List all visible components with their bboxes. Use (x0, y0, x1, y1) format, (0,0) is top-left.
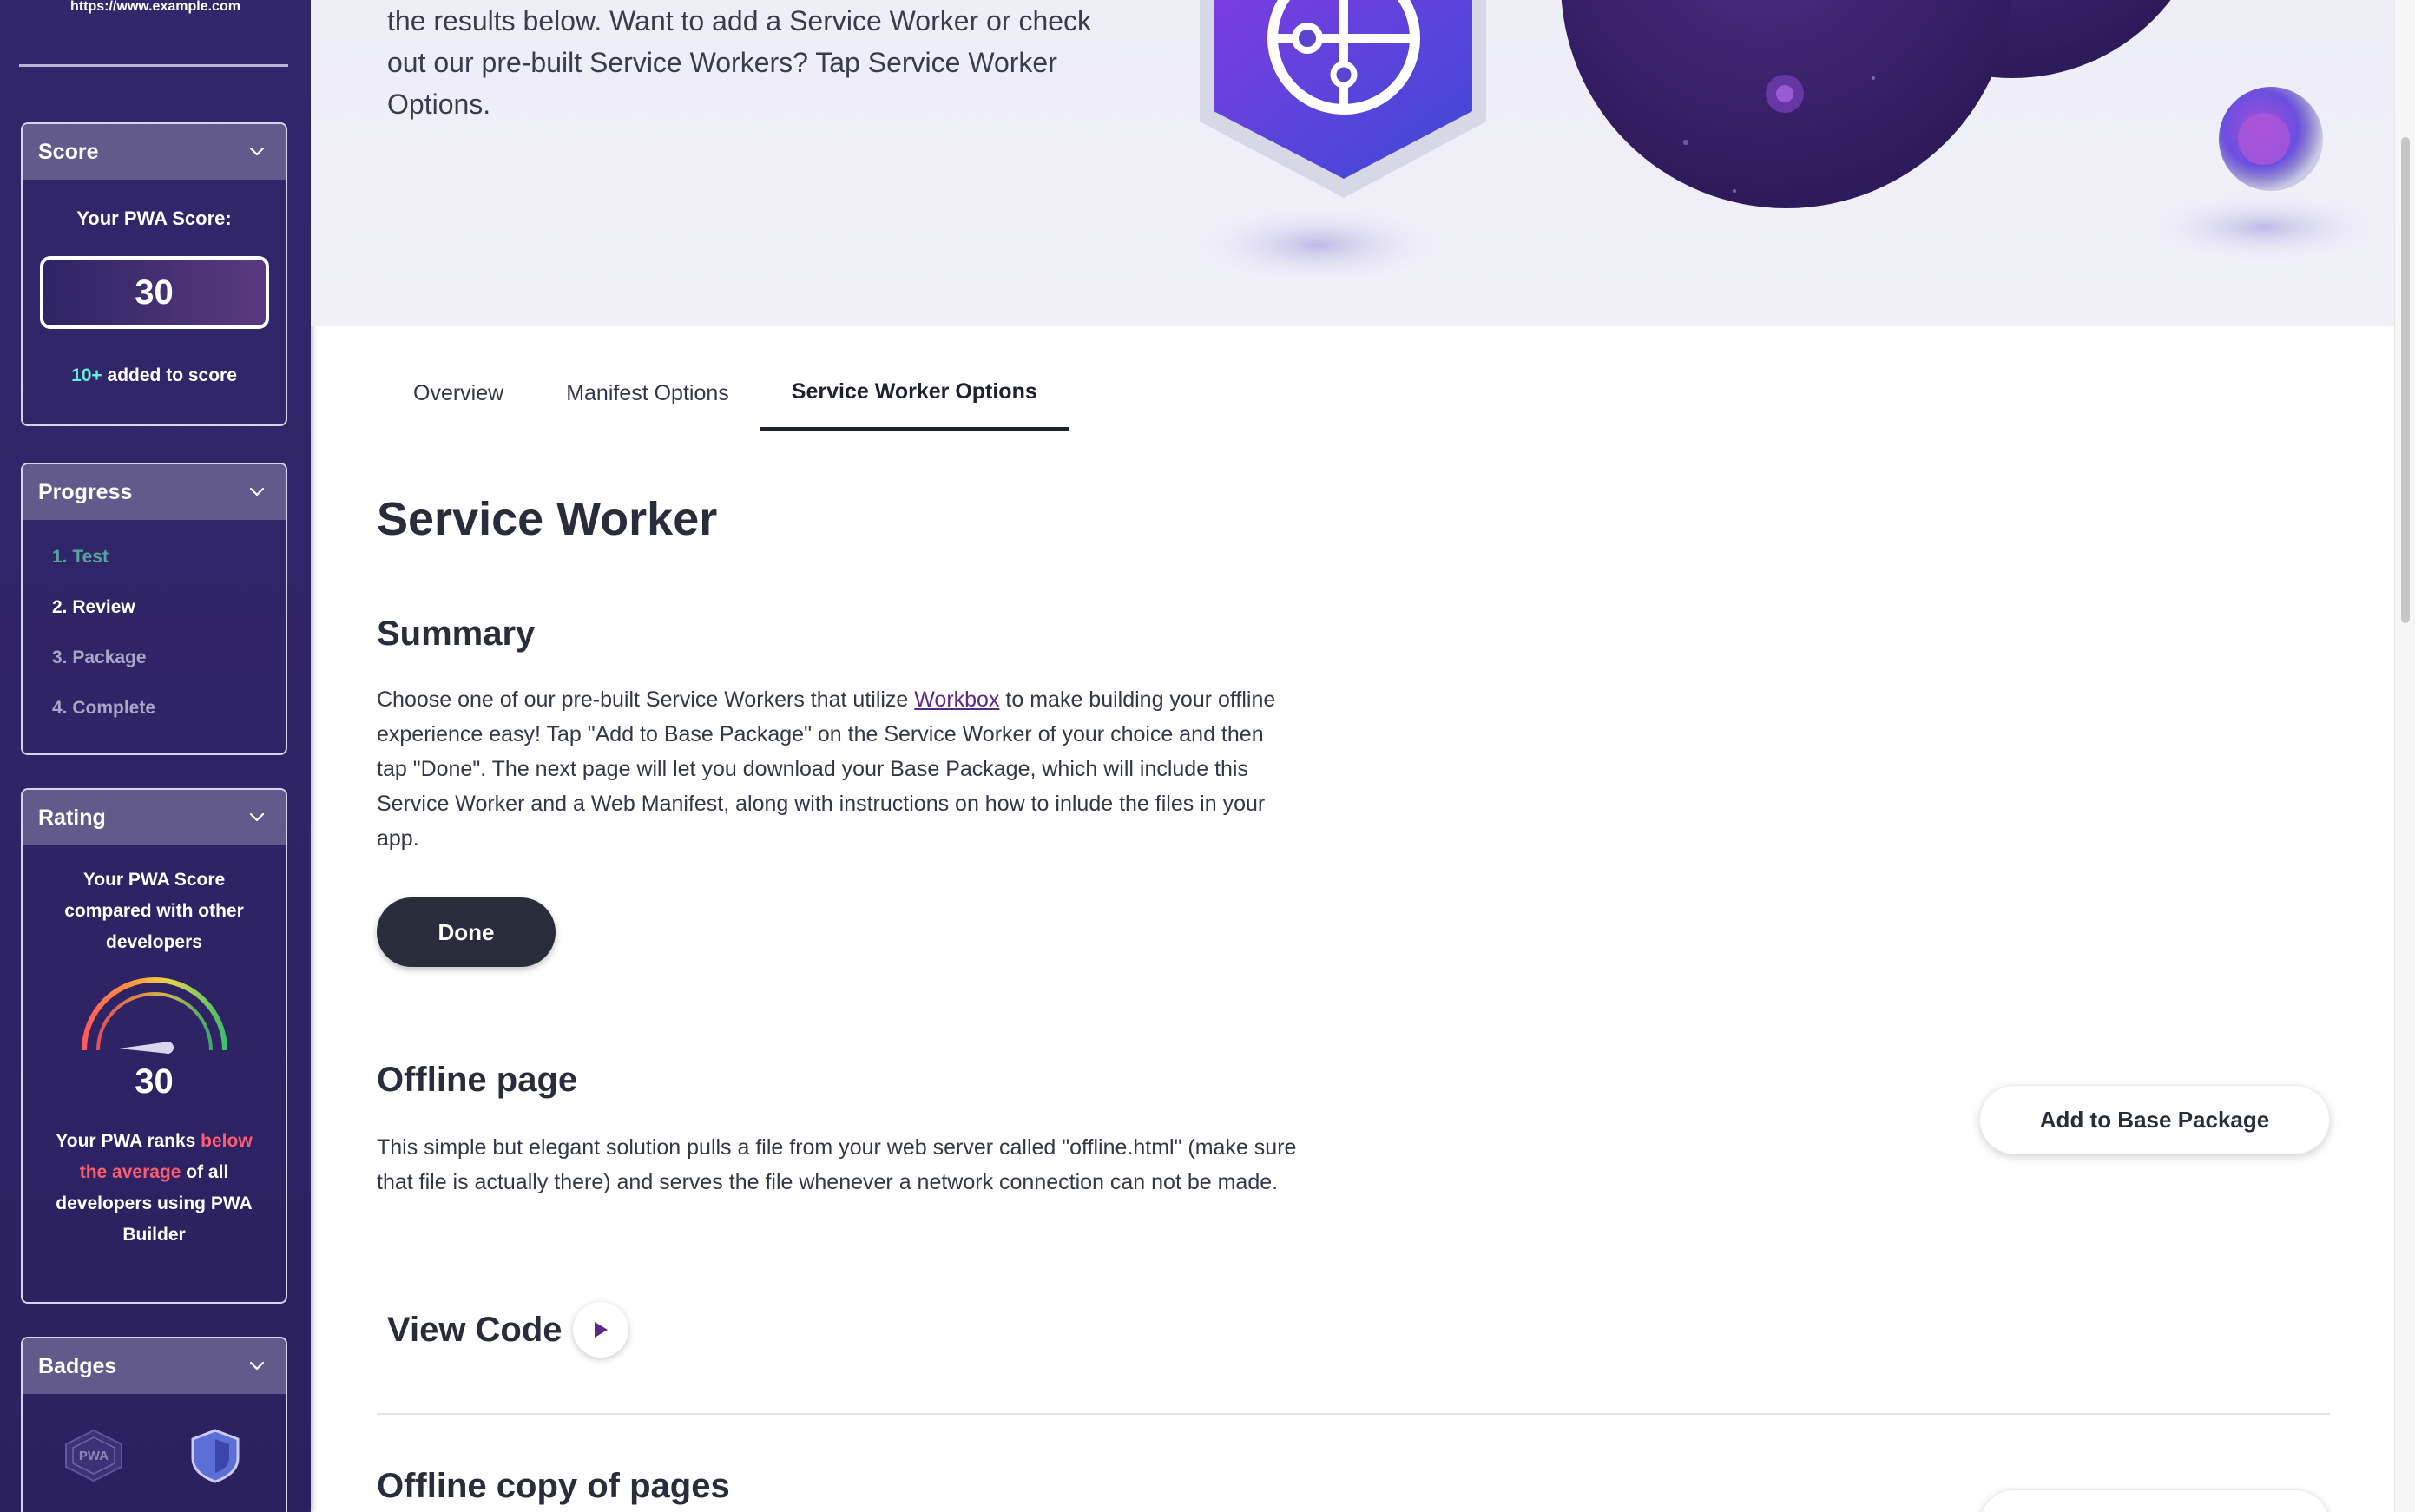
badges-panel-title: Badges (38, 1353, 117, 1378)
progress-step-review[interactable]: 2. Review (52, 595, 286, 645)
tab-overview[interactable]: Overview (382, 356, 535, 431)
options-tabs: Overview Manifest Options Service Worker… (382, 356, 1069, 431)
rating-rank-text: Your PWA ranks below the average of all … (23, 1126, 286, 1251)
sidebar: https://www.example.com Score Your PWA S… (0, 0, 311, 1512)
score-added-accent: 10+ (71, 365, 102, 385)
workbox-link[interactable]: Workbox (914, 687, 999, 712)
score-panel-title: Score (38, 139, 99, 164)
progress-step-test[interactable]: 1. Test (52, 544, 286, 595)
page-title: Service Worker (377, 493, 718, 545)
add-to-base-package-button[interactable]: Add to Base Package (1979, 1085, 2330, 1154)
view-code-label: View Code (387, 1310, 563, 1349)
offline-copy-heading: Offline copy of pages (377, 1467, 730, 1505)
rating-description: Your PWA Score compared with other devel… (64, 870, 244, 952)
summary-text-start: Choose one of our pre-built Service Work… (377, 687, 915, 712)
score-added-label: added to score (102, 365, 237, 385)
score-value: 30 (39, 256, 269, 329)
offline-page-description: This simple but elegant solution pulls a… (377, 1135, 1297, 1194)
rating-gauge-icon (81, 977, 227, 1054)
svg-text:PWA: PWA (78, 1449, 108, 1463)
progress-step-package[interactable]: 3. Package (52, 645, 286, 695)
hero-banner: the results below. Want to add a Service… (311, 0, 2394, 326)
play-icon[interactable] (572, 1302, 628, 1358)
score-added-text: 10+ added to score (23, 365, 286, 386)
score-panel: Score Your PWA Score: 30 10+ added to sc… (21, 122, 287, 426)
done-button[interactable]: Done (377, 897, 556, 967)
hero-line-2: out our pre-built Service Workers? Tap S… (387, 47, 1057, 78)
rank-prefix: Your PWA ranks (56, 1131, 201, 1151)
add-to-base-package-button-2[interactable]: Add to Base Package (1979, 1489, 2330, 1512)
pwa-badge-icon[interactable]: PWA (59, 1427, 128, 1484)
badges-panel-header[interactable]: Badges (23, 1338, 286, 1394)
rating-panel: Rating Your PWA Score compared with othe… (21, 788, 287, 1304)
hero-description: the results below. Want to add a Service… (387, 0, 1151, 125)
tab-service-worker-options[interactable]: Service Worker Options (760, 356, 1069, 431)
rating-panel-header[interactable]: Rating (23, 790, 286, 845)
scrollbar[interactable] (2394, 0, 2415, 1512)
shield-badge-icon[interactable] (181, 1427, 250, 1484)
summary-text-end: to make building your offline experience… (377, 687, 1276, 851)
hero-line-1: the results below. Want to add a Service… (387, 5, 1092, 36)
score-label: Your PWA Score: (76, 207, 232, 229)
progress-panel: Progress 1. Test 2. Review 3. Package 4.… (21, 463, 287, 755)
chevron-down-icon[interactable] (247, 483, 267, 502)
chevron-down-icon[interactable] (247, 1357, 267, 1376)
badges-panel: Badges PWA (21, 1337, 287, 1512)
badges-row: PWA (23, 1427, 286, 1484)
tab-manifest-options[interactable]: Manifest Options (535, 356, 760, 431)
progress-steps: 1. Test 2. Review 3. Package 4. Complete (23, 520, 286, 746)
score-panel-header[interactable]: Score (23, 124, 286, 180)
divider (19, 64, 288, 67)
progress-step-complete[interactable]: 4. Complete (52, 695, 286, 746)
summary-heading: Summary (377, 615, 536, 653)
section-divider (377, 1413, 2330, 1415)
rating-score-value: 30 (135, 1062, 174, 1101)
scrollbar-thumb[interactable] (2401, 137, 2410, 623)
rating-panel-title: Rating (38, 805, 106, 830)
chevron-down-icon[interactable] (247, 142, 267, 161)
view-code-toggle[interactable]: View Code (387, 1302, 628, 1358)
progress-panel-title: Progress (38, 479, 133, 504)
offline-page-heading: Offline page (377, 1061, 578, 1099)
site-url[interactable]: https://www.example.com (0, 0, 311, 14)
summary-text: Choose one of our pre-built Service Work… (377, 682, 1297, 856)
progress-panel-header[interactable]: Progress (23, 464, 286, 520)
chevron-down-icon[interactable] (247, 808, 267, 827)
hero-line-3: Options. (387, 89, 491, 120)
